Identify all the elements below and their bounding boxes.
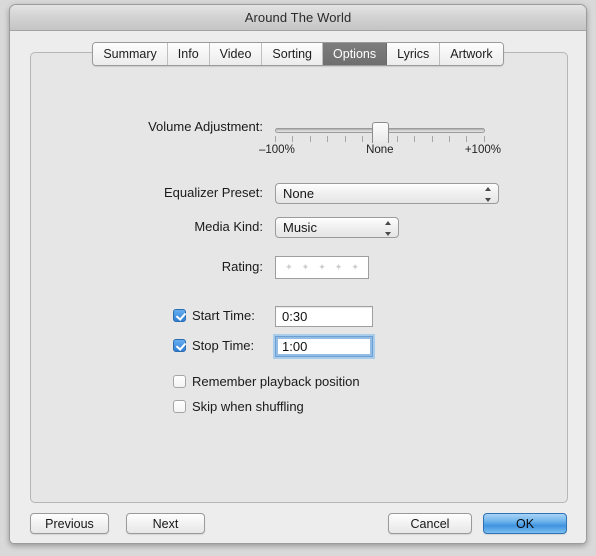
tab-label: Video [219,47,252,61]
slider-scale-labels: –100% None +100% [259,144,501,156]
equalizer-preset-select[interactable]: None [275,183,499,204]
updown-arrows-icon [384,221,392,236]
updown-arrows-icon [484,187,492,202]
window-body: Volume Adjustment: –100% None +100% Equa… [10,31,586,543]
start-time-input[interactable]: 0:30 [275,306,373,327]
tab-info[interactable]: Info [167,43,210,65]
star-icon[interactable]: ✦ [318,263,326,272]
star-icon[interactable]: ✦ [351,263,359,272]
next-button[interactable]: Next [126,513,205,534]
remember-position-row[interactable]: Remember playback position [173,374,360,389]
slider-min-label: –100% [259,144,295,156]
dialog-footer: Previous Next Cancel OK [10,503,586,543]
skip-shuffling-checkbox[interactable] [173,400,186,413]
slider-tick [275,136,276,142]
slider-tick [431,136,433,142]
slider-tick [414,136,416,142]
skip-shuffling-row[interactable]: Skip when shuffling [173,399,304,414]
remember-position-label: Remember playback position [192,374,360,389]
skip-shuffling-label: Skip when shuffling [192,399,304,414]
slider-thumb[interactable] [372,122,389,143]
stop-time-label: Stop Time: [192,338,255,353]
tab-label: Sorting [272,47,313,61]
slider-center-label: None [366,144,394,156]
equalizer-preset-label-row: Equalizer Preset: [31,185,263,200]
star-icon[interactable]: ✦ [302,263,310,272]
tab-bar: Summary Info Video Sorting Options Lyric… [10,42,586,66]
stop-time-checkbox[interactable] [173,339,186,352]
stop-time-row: Stop Time: [173,338,254,353]
tab-label: Lyrics [397,47,430,61]
slider-tick [292,136,294,142]
start-time-checkbox[interactable] [173,309,186,322]
tab-label: Artwork [450,47,493,61]
tab-artwork[interactable]: Artwork [440,43,503,65]
previous-button-label: Previous [45,516,94,531]
star-icon[interactable]: ✦ [285,263,293,272]
stop-time-input[interactable]: 1:00 [275,336,373,357]
window-title: Around The World [244,10,352,25]
media-kind-value: Music [283,220,317,235]
tab-label: Info [177,47,199,61]
slider-tick [309,136,311,142]
previous-button[interactable]: Previous [30,513,109,534]
tab-video[interactable]: Video [209,43,263,65]
slider-tick [327,136,329,142]
equalizer-preset-label: Equalizer Preset: [164,185,263,200]
tab-group: Summary Info Video Sorting Options Lyric… [92,42,504,66]
equalizer-preset-value: None [283,186,315,201]
remember-position-checkbox[interactable] [173,375,186,388]
tab-options[interactable]: Options [323,43,388,65]
tab-panel: Volume Adjustment: –100% None +100% Equa… [30,52,568,503]
rating-stars-field[interactable]: ✦ ✦ ✦ ✦ ✦ [275,256,369,279]
get-info-window: Around The World Volume Adjustment: –100… [9,4,587,544]
volume-adjustment-label: Volume Adjustment: [148,119,263,134]
slider-tick [466,136,468,142]
slider-tick [483,136,485,142]
start-time-value: 0:30 [282,309,308,324]
tab-label: Options [333,47,377,61]
slider-tick [344,136,346,142]
tab-summary[interactable]: Summary [93,43,168,65]
ok-button[interactable]: OK [483,513,567,534]
stop-time-value: 1:00 [282,339,308,354]
rating-label-row: Rating: [31,259,263,274]
media-kind-label-row: Media Kind: [31,219,263,234]
start-time-label: Start Time: [192,308,255,323]
cancel-button[interactable]: Cancel [388,513,472,534]
title-bar: Around The World [10,5,586,31]
tab-sorting[interactable]: Sorting [262,43,324,65]
slider-tick [362,136,364,142]
start-time-row: Start Time: [173,308,255,323]
tab-lyrics[interactable]: Lyrics [387,43,441,65]
slider-max-label: +100% [464,144,501,156]
options-form: Volume Adjustment: –100% None +100% Equa… [31,53,567,502]
slider-tick [449,136,451,142]
cancel-button-label: Cancel [410,516,450,531]
volume-adjustment-label-row: Volume Adjustment: [31,119,263,134]
slider-tick [396,136,398,142]
rating-label: Rating: [221,259,263,274]
star-icon[interactable]: ✦ [335,263,343,272]
volume-adjustment-slider[interactable]: –100% None +100% [259,119,501,163]
next-button-label: Next [152,516,179,531]
tab-label: Summary [103,47,157,61]
ok-button-label: OK [515,516,535,531]
media-kind-label: Media Kind: [194,219,263,234]
media-kind-select[interactable]: Music [275,217,399,238]
